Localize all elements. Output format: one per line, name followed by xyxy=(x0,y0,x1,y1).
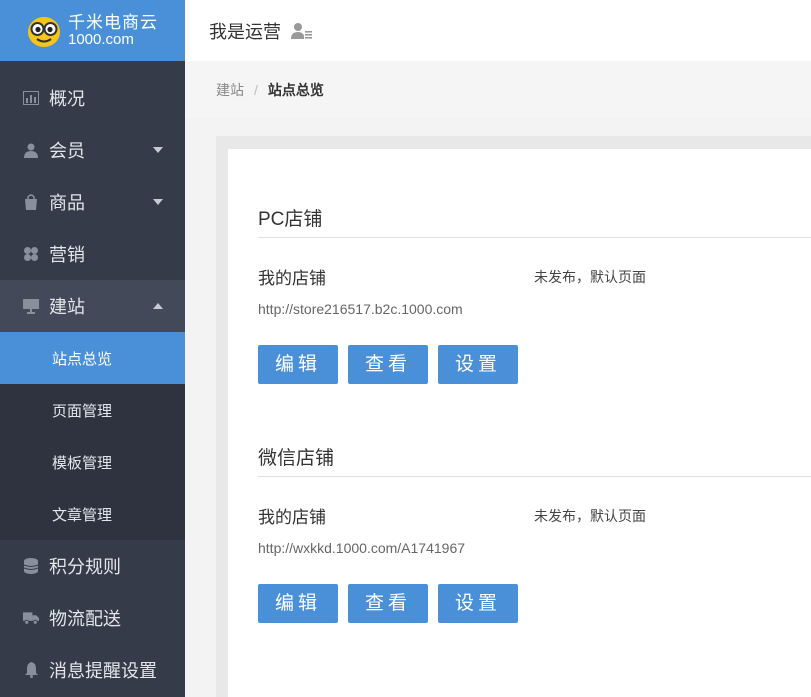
top-bar: 我是运营 xyxy=(185,0,811,61)
settings-button[interactable]: 设置 xyxy=(438,345,518,384)
chart-icon xyxy=(23,90,39,106)
sidebar-subitem-page-management[interactable]: 页面管理 xyxy=(0,384,185,436)
sidebar-item-products[interactable]: 商品 xyxy=(0,176,185,228)
content-card: PC店铺 我的店铺 未发布，默认页面 http://store216517.b2… xyxy=(228,149,811,697)
sidebar-item-label: 会员 xyxy=(49,141,85,161)
coins-icon xyxy=(23,558,39,574)
store-name: 我的店铺 xyxy=(258,508,326,527)
sidebar-item-logistics[interactable]: 物流配送 xyxy=(0,592,185,644)
user-switch-icon[interactable] xyxy=(291,22,313,40)
sidebar-item-label: 消息提醒设置 xyxy=(49,661,157,681)
sidebar-item-overview[interactable]: 概况 xyxy=(0,72,185,124)
sidebar-subitem-article-management[interactable]: 文章管理 xyxy=(0,488,185,540)
settings-button[interactable]: 设置 xyxy=(438,584,518,623)
monitor-icon xyxy=(23,298,39,314)
section-title: 微信店铺 xyxy=(258,441,811,477)
brand-domain: 1000.com xyxy=(68,30,134,48)
brand-name: 千米电商云 xyxy=(68,12,158,32)
chevron-down-icon xyxy=(153,199,163,205)
sidebar-item-site-building[interactable]: 建站 xyxy=(0,280,185,332)
store-name: 我的店铺 xyxy=(258,269,326,288)
sidebar-subitem-site-overview[interactable]: 站点总览 xyxy=(0,332,185,384)
breadcrumb-current: 站点总览 xyxy=(267,81,324,98)
chevron-up-icon xyxy=(153,303,163,309)
view-button[interactable]: 查看 xyxy=(348,584,428,623)
sidebar-item-label: 建站 xyxy=(49,297,85,317)
logo[interactable]: 千米电商云 1000.com xyxy=(0,0,185,61)
sidebar-item-label: 营销 xyxy=(49,245,85,265)
wechat-store-section: 微信店铺 我的店铺 未发布，默认页面 http://wxkkd.1000.com… xyxy=(258,441,811,623)
sidebar-item-notification-settings[interactable]: 消息提醒设置 xyxy=(0,644,185,696)
sidebar-item-label: 积分规则 xyxy=(49,557,121,577)
sidebar-item-label: 概况 xyxy=(49,89,85,109)
sidebar-item-points-rules[interactable]: 积分规则 xyxy=(0,540,185,592)
current-role: 我是运营 xyxy=(209,21,281,42)
edit-button[interactable]: 编辑 xyxy=(258,584,338,623)
bag-icon xyxy=(23,194,39,210)
truck-icon xyxy=(23,610,39,626)
store-status: 未发布，默认页面 xyxy=(534,507,646,524)
sidebar: 千米电商云 1000.com 概况 会员 商品 营销 建站 站点总览 页面管理 … xyxy=(0,0,185,697)
store-status: 未发布，默认页面 xyxy=(534,268,646,285)
breadcrumb-separator: / xyxy=(254,81,258,98)
store-url[interactable]: http://wxkkd.1000.com/A1741967 xyxy=(258,540,811,556)
breadcrumb-parent-link[interactable]: 建站 xyxy=(216,80,244,100)
edit-button[interactable]: 编辑 xyxy=(258,345,338,384)
user-icon xyxy=(23,142,39,158)
bell-icon xyxy=(23,662,39,678)
breadcrumb: 建站 / 站点总览 xyxy=(185,61,811,118)
sidebar-subitem-template-management[interactable]: 模板管理 xyxy=(0,436,185,488)
pc-store-section: PC店铺 我的店铺 未发布，默认页面 http://store216517.b2… xyxy=(258,202,811,384)
marketing-icon xyxy=(23,246,39,262)
sidebar-item-label: 物流配送 xyxy=(49,609,121,629)
view-button[interactable]: 查看 xyxy=(348,345,428,384)
store-url[interactable]: http://store216517.b2c.1000.com xyxy=(258,301,811,317)
chevron-down-icon xyxy=(153,147,163,153)
sidebar-item-members[interactable]: 会员 xyxy=(0,124,185,176)
owl-logo-icon xyxy=(28,16,60,47)
sidebar-item-marketing[interactable]: 营销 xyxy=(0,228,185,280)
section-title: PC店铺 xyxy=(258,202,811,238)
sidebar-item-label: 商品 xyxy=(49,193,85,213)
